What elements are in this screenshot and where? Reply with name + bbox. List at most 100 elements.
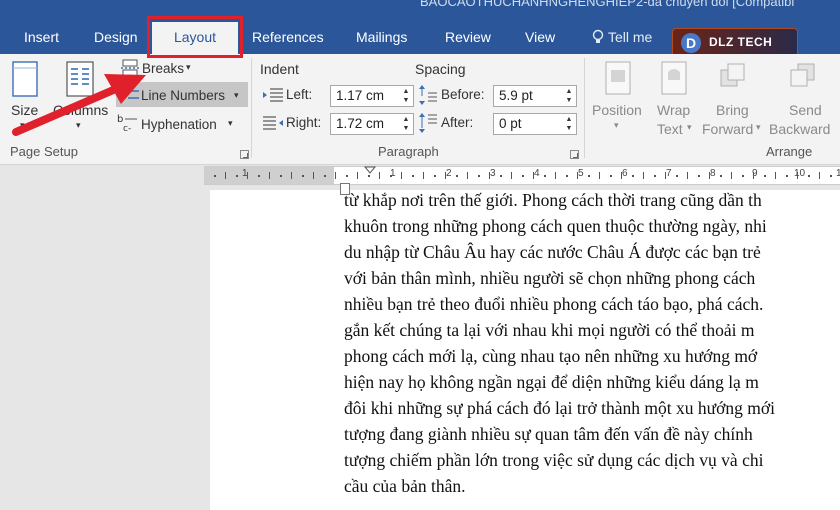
arrange-group-label: Arrange xyxy=(766,144,813,159)
line-numbers-icon: 12 xyxy=(120,89,139,99)
document-line[interactable]: tượng đang giành nhiều sự quan tâm đến v… xyxy=(344,424,753,445)
spacing-before-icon xyxy=(419,85,437,105)
ruler-number: 10 xyxy=(794,168,806,179)
ruler-tick xyxy=(313,172,314,179)
layout-tab-highlight-box xyxy=(147,16,243,58)
wrap-text-icon xyxy=(661,61,687,95)
size-button[interactable]: Size xyxy=(11,102,38,118)
bring-forward-label-1[interactable]: Bring xyxy=(716,102,749,118)
spacing-after-value: 0 pt xyxy=(499,116,522,131)
ruler-tick xyxy=(401,172,402,179)
tab-view[interactable]: View xyxy=(525,22,555,54)
position-button[interactable]: Position xyxy=(592,102,642,118)
document-line[interactable]: với bản thân mình, nhiều người sẽ chọn n… xyxy=(344,268,755,289)
line-numbers-button[interactable]: Line Numbers xyxy=(141,88,225,103)
ruler-tick xyxy=(544,175,546,177)
ruler-number: 8 xyxy=(710,168,716,179)
spacing-after-label: After: xyxy=(441,115,474,130)
ruler-tick xyxy=(500,175,502,177)
logo-mark: D xyxy=(681,33,701,53)
breaks-button[interactable]: Breaks xyxy=(142,61,184,76)
columns-button[interactable]: Columns xyxy=(53,102,108,118)
document-line[interactable]: du nhập từ Châu Âu hay các nước Châu Á đ… xyxy=(344,242,761,263)
ruler-tick xyxy=(368,175,370,177)
ruler-tick xyxy=(610,175,612,177)
document-line[interactable]: từ khắp nơi trên thế giới. Phong cách th… xyxy=(344,190,762,211)
hyphenation-dropdown-arrow-icon: ▾ xyxy=(228,118,233,128)
ruler-tick xyxy=(467,172,468,179)
line-numbers-dropdown-arrow-icon: ▾ xyxy=(234,90,239,100)
tab-design[interactable]: Design xyxy=(94,22,138,54)
ruler-tick xyxy=(753,172,754,179)
indent-left-icon xyxy=(263,88,283,102)
ruler-tick xyxy=(577,172,578,179)
document-line[interactable]: cầu của bản thân. xyxy=(344,476,465,497)
ruler-tick xyxy=(687,172,688,179)
ruler-tick xyxy=(808,175,810,177)
ruler-tick xyxy=(599,172,600,179)
document-title: BAOCAOTHUCHANHNGHENGHIEP2-da chuyen doi … xyxy=(420,0,795,9)
ruler-number: 4 xyxy=(534,168,540,179)
send-backward-label-1[interactable]: Send xyxy=(789,102,822,118)
position-icon xyxy=(605,61,631,95)
ruler-tick xyxy=(258,175,260,177)
tab-insert[interactable]: Insert xyxy=(24,22,59,54)
indent-left-input[interactable]: 1.17 cm ▲ ▼ xyxy=(330,85,414,107)
send-backward-label-2[interactable]: Backward xyxy=(769,121,830,137)
hyphenation-button[interactable]: Hyphenation xyxy=(141,117,217,132)
document-line[interactable]: khuôn trong những phong cách quen thuộc … xyxy=(344,216,767,237)
ruler-tick xyxy=(412,175,414,177)
ruler-tick xyxy=(819,172,820,179)
ruler-tick xyxy=(456,175,458,177)
document-line[interactable]: phong cách mới lạ, cùng nhau tạo nên nhữ… xyxy=(344,346,757,367)
indent-right-value: 1.72 cm xyxy=(336,116,385,131)
spacing-before-spinner-icon[interactable]: ▲ ▼ xyxy=(563,87,575,105)
ruler-tick xyxy=(291,172,292,179)
tab-references[interactable]: References xyxy=(252,22,324,54)
tab-mailings[interactable]: Mailings xyxy=(356,22,407,54)
svg-text:c-: c- xyxy=(123,124,131,133)
indent-left-label: Left: xyxy=(286,87,313,102)
wrap-text-label-2[interactable]: Text xyxy=(657,121,683,137)
ruler-tick xyxy=(786,175,788,177)
bring-forward-label-2[interactable]: Forward xyxy=(702,121,753,137)
document-line[interactable]: gắn kết chúng ta lại với nhau khi mọi ng… xyxy=(344,320,754,341)
breaks-icon xyxy=(121,59,139,77)
spacing-before-input[interactable]: 5.9 pt ▲ ▼ xyxy=(493,85,577,107)
hyphenation-icon: bc- xyxy=(117,114,137,133)
ruler-tick xyxy=(357,172,358,179)
wrap-text-label-1[interactable]: Wrap xyxy=(657,102,690,118)
ruler-number: 7 xyxy=(666,168,672,179)
indent-right-spinner-icon[interactable]: ▲ ▼ xyxy=(400,115,412,133)
ruler-tick xyxy=(522,175,524,177)
page-setup-launcher-icon[interactable] xyxy=(240,150,249,159)
document-line[interactable]: nhiều bạn trẻ theo đuổi nhiều phong cách… xyxy=(344,294,763,315)
spacing-after-spinner-icon[interactable]: ▲ ▼ xyxy=(563,115,575,133)
ruler-tick xyxy=(346,175,348,177)
indent-right-input[interactable]: 1.72 cm ▲ ▼ xyxy=(330,113,414,135)
group-separator xyxy=(584,58,585,158)
title-bar: BAOCAOTHUCHANHNGHENGHIEP2-da chuyen doi … xyxy=(0,0,840,22)
ruler-tick xyxy=(797,172,798,179)
ruler-tick xyxy=(214,175,216,177)
ruler-tick xyxy=(698,175,700,177)
first-line-indent-marker-icon[interactable] xyxy=(364,166,376,174)
ruler-tick xyxy=(335,172,336,179)
tell-me-search[interactable]: Tell me xyxy=(592,22,652,54)
ruler-tick xyxy=(566,175,568,177)
paragraph-launcher-icon[interactable] xyxy=(570,150,579,159)
document-line[interactable]: đôi khi những sự phá cách đó lại trở thà… xyxy=(344,398,775,419)
document-line[interactable]: hiện nay họ không ngần ngại để diện nhữn… xyxy=(344,372,759,393)
ruler-tick xyxy=(555,172,556,179)
wrap-text-dropdown-arrow-icon: ▾ xyxy=(687,122,692,132)
columns-dropdown-arrow-icon: ▾ xyxy=(76,120,81,130)
ruler-tick xyxy=(775,172,776,179)
horizontal-ruler[interactable]: 1 1 2 3 4 5 6 7 8 9 10 11 xyxy=(204,166,840,185)
ruler-tick xyxy=(665,172,666,179)
ruler-tick xyxy=(621,172,622,179)
indent-left-spinner-icon[interactable]: ▲ ▼ xyxy=(400,87,412,105)
tab-review[interactable]: Review xyxy=(445,22,491,54)
ruler-tick xyxy=(324,175,326,177)
document-line[interactable]: tượng chiếm phần lớn trong việc sử dụng … xyxy=(344,450,763,471)
spacing-after-input[interactable]: 0 pt ▲ ▼ xyxy=(493,113,577,135)
